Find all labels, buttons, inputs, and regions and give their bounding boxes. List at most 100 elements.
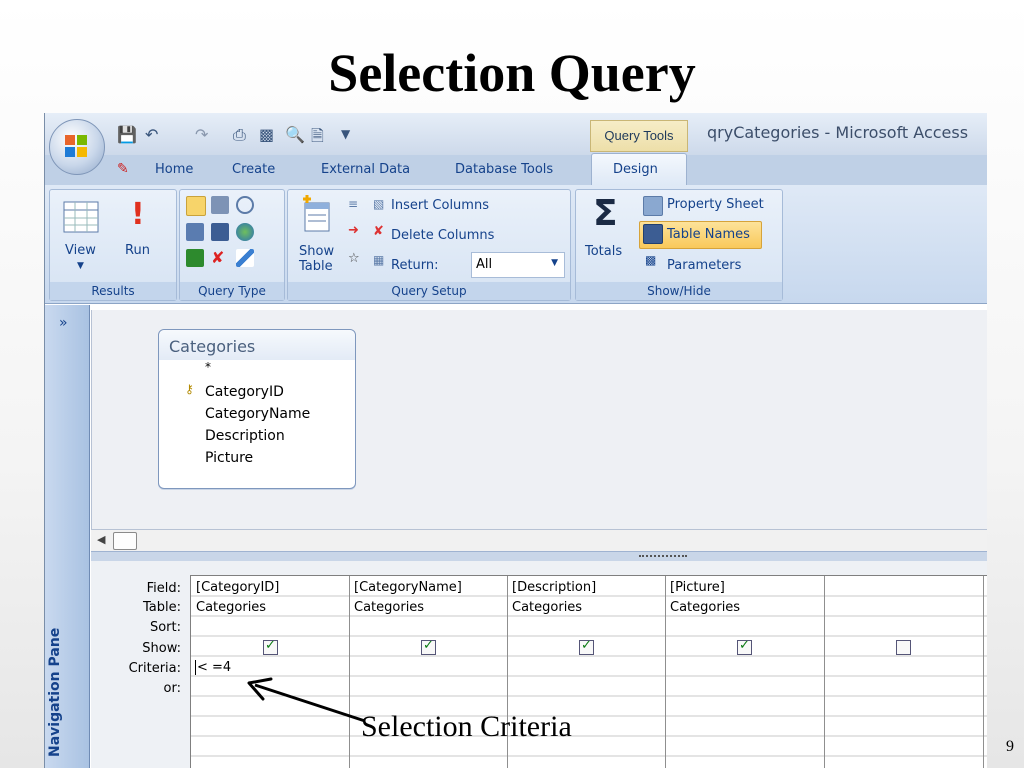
make-table-icon[interactable] xyxy=(211,196,229,214)
customize-toolbar-icon[interactable]: ▼ xyxy=(341,127,350,141)
row-label-or: or: xyxy=(163,681,181,696)
new-icon[interactable]: 🗎 xyxy=(311,125,324,152)
group-label-results: Results xyxy=(50,282,176,300)
sigma-icon: Σ xyxy=(593,193,618,234)
show-checkbox-2[interactable]: ✓ xyxy=(421,638,436,655)
navigation-pane[interactable]: » Navigation Pane xyxy=(45,305,90,768)
tab-design[interactable]: Design xyxy=(613,162,658,177)
save-icon[interactable]: 💾 xyxy=(117,125,137,144)
grid-table-4[interactable]: Categories xyxy=(670,600,740,615)
return-select-value: All xyxy=(476,257,493,272)
splitter-grip xyxy=(639,555,687,560)
append-query-icon[interactable] xyxy=(186,223,204,241)
grid-criteria-1[interactable]: < =4 xyxy=(195,660,231,675)
field-description[interactable]: Description xyxy=(205,428,285,444)
return-label: Return: xyxy=(391,258,439,273)
tab-create[interactable]: Create xyxy=(232,162,275,177)
checkmark-icon: ✓ xyxy=(739,638,750,653)
row-label-criteria: Criteria: xyxy=(128,661,181,676)
group-label-query-setup: Query Setup xyxy=(288,282,570,300)
totals-button[interactable]: Totals xyxy=(585,244,622,259)
insert-columns-button[interactable]: Insert Columns xyxy=(391,198,489,213)
view-button[interactable]: View xyxy=(65,243,96,258)
show-checkbox-1[interactable]: ✓ xyxy=(263,638,278,655)
crosstab-query-icon[interactable] xyxy=(211,223,229,241)
table-names-button[interactable]: Table Names xyxy=(667,227,750,242)
row-label-sort: Sort: xyxy=(149,620,181,635)
access-window: 💾 ↶ ↷ ⎙ ▩ 🔍 🗎 ▼ Query Tools qryCategorie… xyxy=(44,113,987,768)
print-preview-icon[interactable]: 🔍 xyxy=(285,125,305,144)
group-label-show-hide: Show/Hide xyxy=(576,282,782,300)
table-box-title: Categories xyxy=(169,337,256,356)
update-query-icon[interactable] xyxy=(186,249,204,267)
insert-rows-icon[interactable]: ≡ xyxy=(348,197,358,211)
show-checkbox-3[interactable]: ✓ xyxy=(579,638,594,655)
grid-table-1[interactable]: Categories xyxy=(196,600,266,615)
delete-columns-icon: ✘ xyxy=(373,224,384,239)
delete-rows-icon[interactable]: ➜ xyxy=(348,223,359,238)
return-icon: ▦ xyxy=(373,253,385,267)
field-all[interactable]: * xyxy=(205,360,211,374)
callout-arrow xyxy=(247,677,366,723)
nav-pane-toggle[interactable]: » xyxy=(59,315,68,331)
tab-external-data[interactable]: External Data xyxy=(321,162,410,177)
callout-label: Selection Criteria xyxy=(361,710,572,743)
checkmark-icon: ✓ xyxy=(265,638,276,653)
grid-table-2[interactable]: Categories xyxy=(354,600,424,615)
key-icon: ⚷ xyxy=(185,382,194,396)
scroll-thumb[interactable] xyxy=(113,532,137,550)
union-query-icon[interactable] xyxy=(236,196,254,214)
office-button-icon xyxy=(65,135,87,157)
view-dropdown-icon[interactable]: ▼ xyxy=(77,261,84,271)
navigation-pane-label: Navigation Pane xyxy=(47,627,63,757)
builder-icon[interactable]: ☆ xyxy=(348,251,360,266)
select-query-icon[interactable] xyxy=(186,196,206,216)
property-sheet-button[interactable]: Property Sheet xyxy=(667,197,764,212)
return-select[interactable]: All ▼ xyxy=(471,252,565,278)
run-button[interactable]: Run xyxy=(125,243,150,258)
grid-field-1[interactable]: [CategoryID] xyxy=(196,580,279,595)
tab-database-tools[interactable]: Database Tools xyxy=(455,162,553,177)
show-table-button[interactable]: Show Table xyxy=(299,244,334,274)
tab-home[interactable]: Home xyxy=(155,162,193,177)
field-picture[interactable]: Picture xyxy=(205,450,253,466)
checkmark-icon: ✓ xyxy=(423,638,434,653)
page-number: 9 xyxy=(1006,738,1014,755)
table-box-categories[interactable]: Categories * ⚷ CategoryID CategoryName D… xyxy=(158,329,356,489)
quick-print-icon[interactable]: ▩ xyxy=(259,125,274,144)
query-tools-context-tab: Query Tools xyxy=(590,120,688,152)
row-label-show: Show: xyxy=(142,641,181,656)
grid-field-2[interactable]: [CategoryName] xyxy=(354,580,462,595)
horizontal-scrollbar[interactable]: ◀ xyxy=(91,529,987,552)
chevron-down-icon: ▼ xyxy=(551,258,558,268)
row-label-field: Field: xyxy=(146,581,181,596)
redo-icon[interactable]: ↷ xyxy=(195,125,208,144)
grid-lines xyxy=(191,576,987,768)
data-definition-icon[interactable] xyxy=(236,249,254,267)
grid-field-3[interactable]: [Description] xyxy=(512,580,596,595)
insert-columns-icon: ▧ xyxy=(373,197,385,211)
grid-table-3[interactable]: Categories xyxy=(512,600,582,615)
field-categoryname[interactable]: CategoryName xyxy=(205,406,310,422)
delete-query-icon[interactable]: ✘ xyxy=(211,249,229,267)
grid-field-4[interactable]: [Picture] xyxy=(670,580,725,595)
property-sheet-icon xyxy=(643,196,663,216)
show-checkbox-5[interactable] xyxy=(896,640,911,655)
datasheet-view-icon xyxy=(63,201,99,233)
table-names-icon xyxy=(643,224,663,244)
print-icon[interactable]: ⎙ xyxy=(233,125,246,145)
access-app-icon: ✎ xyxy=(117,161,129,177)
query-design-grid: [CategoryID] Categories ✓ < =4 [Category… xyxy=(190,575,987,768)
parameters-icon: ▩ xyxy=(645,253,657,267)
show-table-icon xyxy=(303,195,330,232)
checkmark-icon: ✓ xyxy=(581,638,592,653)
field-categoryid[interactable]: CategoryID xyxy=(205,384,284,400)
pass-through-icon[interactable] xyxy=(236,223,254,241)
delete-columns-button[interactable]: Delete Columns xyxy=(391,228,494,243)
show-checkbox-4[interactable]: ✓ xyxy=(737,638,752,655)
run-icon: ! xyxy=(131,197,145,232)
undo-icon[interactable]: ↶ xyxy=(145,125,158,144)
group-label-query-type: Query Type xyxy=(180,282,284,300)
parameters-button[interactable]: Parameters xyxy=(667,258,741,273)
scroll-left-icon[interactable]: ◀ xyxy=(97,533,105,546)
